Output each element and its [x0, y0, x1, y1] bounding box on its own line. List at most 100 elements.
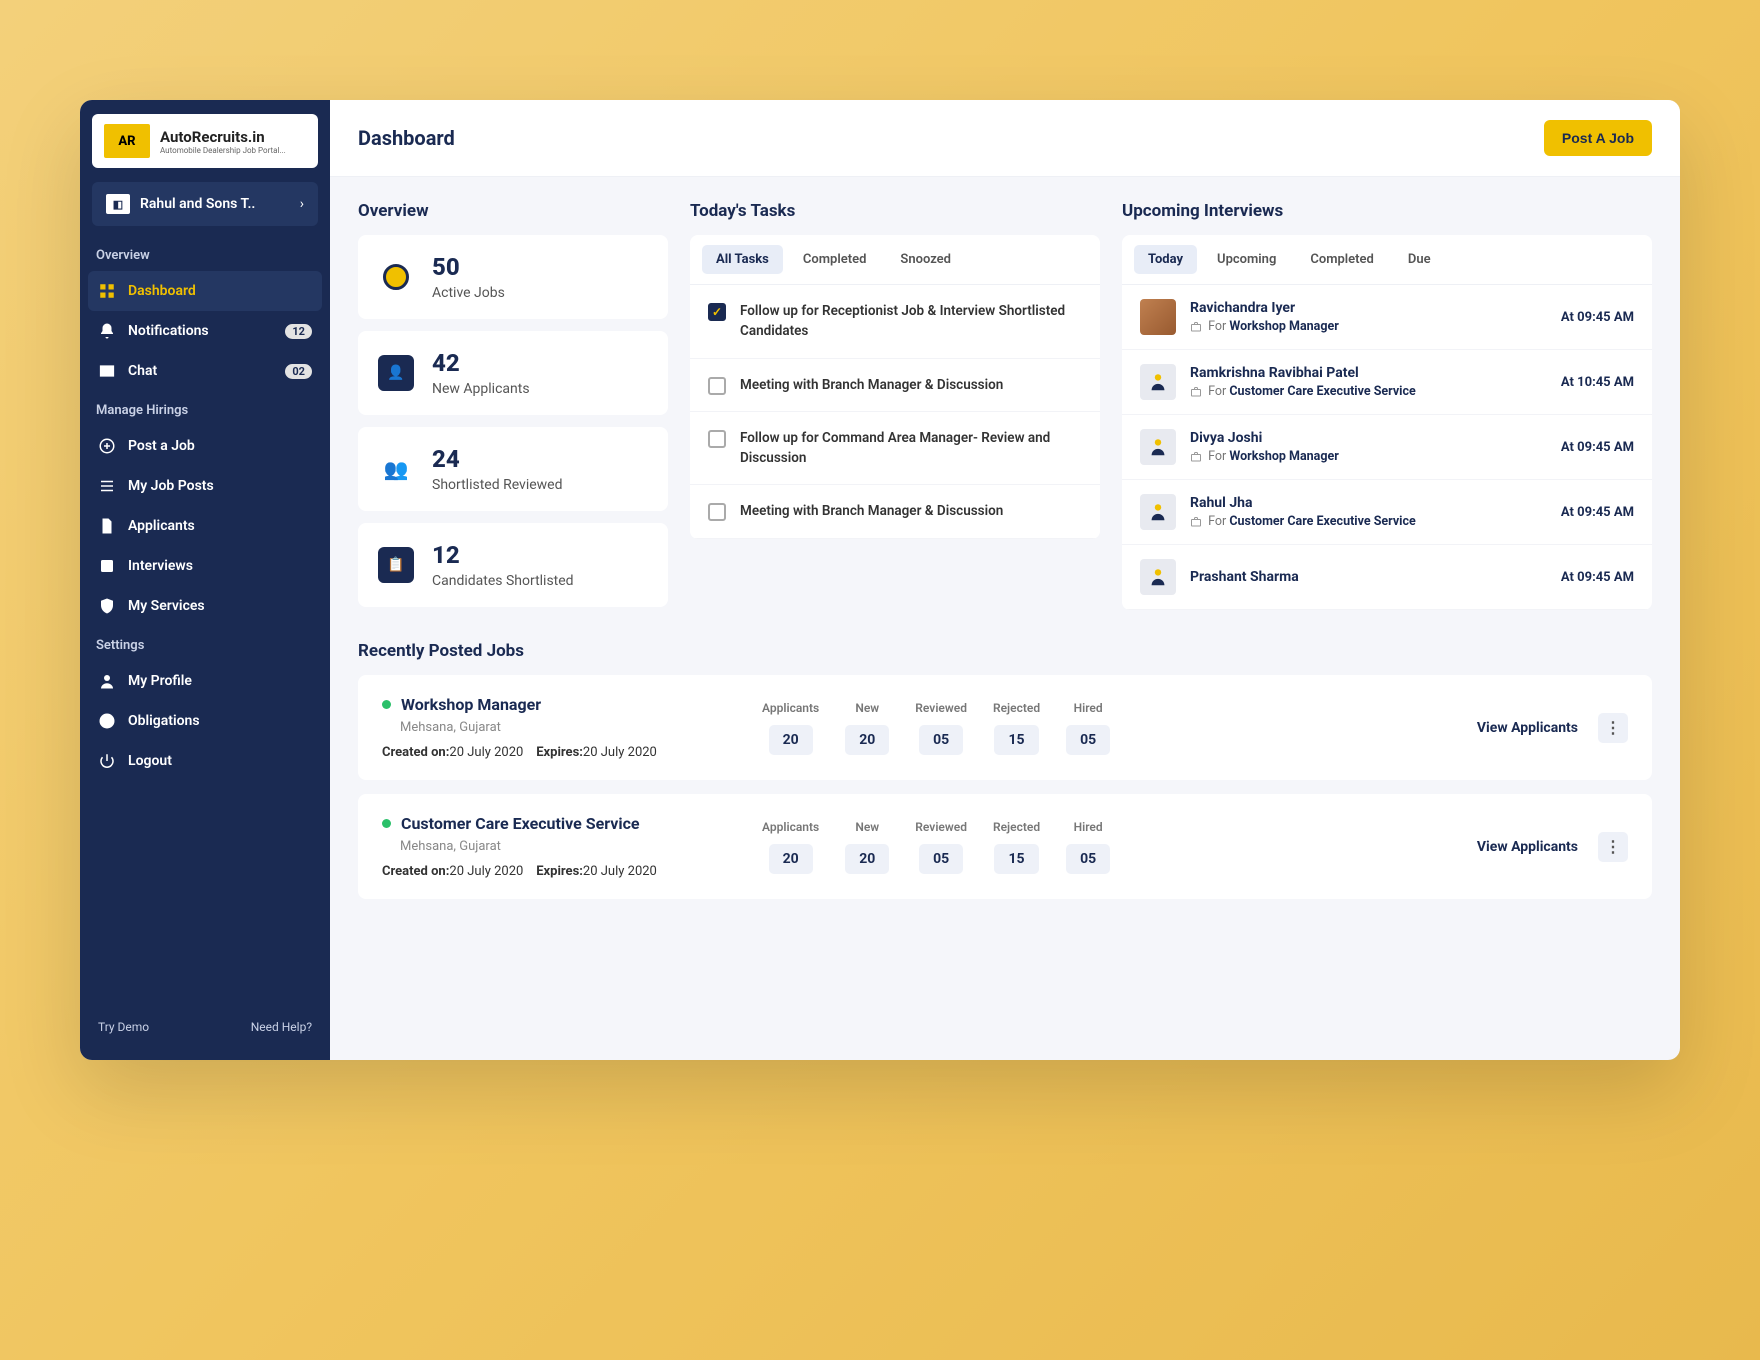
job-stat-label: Applicants	[762, 701, 819, 715]
task-item: ✓ Follow up for Receptionist Job & Inter…	[690, 285, 1100, 359]
sidebar-item-dashboard[interactable]: Dashboard	[88, 271, 322, 311]
job-stat: Hired 05	[1066, 701, 1110, 755]
job-stat-value: 05	[1066, 725, 1110, 755]
job-stat-label: Reviewed	[915, 701, 967, 715]
interview-item[interactable]: Divya Joshi For Workshop Manager At 09:4…	[1122, 415, 1652, 480]
interview-item[interactable]: Rahul Jha For Customer Care Executive Se…	[1122, 480, 1652, 545]
sidebar-item-logout[interactable]: Logout	[80, 741, 330, 781]
task-item: Meeting with Branch Manager & Discussion	[690, 359, 1100, 412]
logo: AR AutoRecruits.in Automobile Dealership…	[92, 114, 318, 168]
stat-label: New Applicants	[432, 381, 530, 397]
logo-badge-icon: AR	[104, 124, 150, 158]
briefcase-icon	[1190, 386, 1202, 398]
interviews-tab-today[interactable]: Today	[1134, 245, 1197, 274]
task-text: Follow up for Command Area Manager- Revi…	[740, 428, 1082, 469]
interview-item[interactable]: Ramkrishna Ravibhai Patel For Customer C…	[1122, 350, 1652, 415]
job-menu-button[interactable]: ⋮	[1598, 713, 1628, 743]
stat-card[interactable]: 👥 24 Shortlisted Reviewed	[358, 427, 668, 511]
task-checkbox[interactable]	[708, 377, 726, 395]
stat-value: 12	[432, 541, 574, 569]
sidebar-item-obligations[interactable]: Obligations	[80, 701, 330, 741]
task-text: Meeting with Branch Manager & Discussion	[740, 501, 1003, 521]
overview-title: Overview	[358, 201, 668, 221]
stat-label: Shortlisted Reviewed	[432, 477, 563, 493]
interview-for: For Workshop Manager	[1190, 449, 1547, 464]
org-selector[interactable]: ◧ Rahul and Sons T.. ›	[92, 182, 318, 226]
sidebar-item-chat[interactable]: Chat 02	[80, 351, 330, 391]
view-applicants-link[interactable]: View Applicants	[1477, 839, 1578, 855]
interview-name: Divya Joshi	[1190, 430, 1547, 446]
job-stat: Reviewed 05	[915, 701, 967, 755]
stat-card[interactable]: 📋 12 Candidates Shortlisted	[358, 523, 668, 607]
job-stat: New 20	[845, 820, 889, 874]
list-icon	[98, 477, 116, 495]
sidebar-item-notifications[interactable]: Notifications 12	[80, 311, 330, 351]
sidebar-item-my-services[interactable]: My Services	[80, 586, 330, 626]
job-stat-value: 20	[845, 725, 889, 755]
interview-time: At 09:45 AM	[1561, 440, 1634, 455]
header: Dashboard Post A Job	[330, 100, 1680, 177]
info-icon	[98, 712, 116, 730]
interview-for: For Customer Care Executive Service	[1190, 514, 1547, 529]
org-icon: ◧	[106, 194, 130, 214]
interview-item[interactable]: Ravichandra Iyer For Workshop Manager At…	[1122, 285, 1652, 350]
plus-circle-icon	[98, 437, 116, 455]
interview-name: Ravichandra Iyer	[1190, 300, 1547, 316]
job-stat-value: 20	[769, 725, 813, 755]
sidebar-footer: Try Demo Need Help?	[80, 1008, 330, 1046]
interview-item[interactable]: Prashant Sharma At 09:45 AM	[1122, 545, 1652, 610]
main: Dashboard Post A Job Overview 50 Active …	[330, 100, 1680, 1060]
job-menu-button[interactable]: ⋮	[1598, 832, 1628, 862]
job-dates: Created on:20 July 2020 Expires:20 July …	[382, 745, 762, 760]
avatar	[1140, 559, 1176, 595]
sidebar-item-my-job-posts[interactable]: My Job Posts	[80, 466, 330, 506]
tasks-tab-snoozed[interactable]: Snoozed	[886, 245, 965, 274]
sidebar-item-badge: 12	[285, 324, 312, 339]
power-icon	[98, 752, 116, 770]
sidebar-item-applicants[interactable]: Applicants	[80, 506, 330, 546]
stat-value: 24	[432, 445, 563, 473]
try-demo-link[interactable]: Try Demo	[98, 1020, 149, 1034]
sidebar-item-my-profile[interactable]: My Profile	[80, 661, 330, 701]
need-help-link[interactable]: Need Help?	[251, 1020, 312, 1034]
sidebar-item-label: Dashboard	[128, 283, 196, 299]
interviews-tab-completed[interactable]: Completed	[1296, 245, 1388, 274]
sidebar-item-interviews[interactable]: Interviews	[80, 546, 330, 586]
stat-card[interactable]: 👤 42 New Applicants	[358, 331, 668, 415]
avatar	[1140, 364, 1176, 400]
task-checkbox[interactable]: ✓	[708, 303, 726, 321]
sidebar-item-post-a-job[interactable]: Post a Job	[80, 426, 330, 466]
job-stat-label: Rejected	[993, 820, 1040, 834]
interviews-tab-due[interactable]: Due	[1394, 245, 1445, 274]
tasks-tab-all-tasks[interactable]: All Tasks	[702, 245, 783, 274]
stat-label: Candidates Shortlisted	[432, 573, 574, 589]
sidebar-item-label: Applicants	[128, 518, 195, 534]
post-job-button[interactable]: Post A Job	[1544, 120, 1652, 156]
job-stat-label: Rejected	[993, 701, 1040, 715]
job-stat-label: New	[845, 701, 889, 715]
interview-for: For Customer Care Executive Service	[1190, 384, 1547, 399]
logo-brand: AutoRecruits.in	[160, 128, 286, 146]
logo-tagline: Automobile Dealership Job Portal...	[160, 146, 286, 155]
job-dates: Created on:20 July 2020 Expires:20 July …	[382, 864, 762, 879]
task-checkbox[interactable]	[708, 503, 726, 521]
recent-jobs-title: Recently Posted Jobs	[358, 641, 1652, 661]
user-icon	[98, 672, 116, 690]
tasks-tab-completed[interactable]: Completed	[789, 245, 881, 274]
avatar	[1140, 494, 1176, 530]
job-stat-label: New	[845, 820, 889, 834]
view-applicants-link[interactable]: View Applicants	[1477, 720, 1578, 736]
sidebar-item-label: Interviews	[128, 558, 193, 574]
check-square-icon	[98, 557, 116, 575]
job-stat: Rejected 15	[993, 701, 1040, 755]
interview-time: At 09:45 AM	[1561, 570, 1634, 585]
job-stat: Reviewed 05	[915, 820, 967, 874]
job-stat: Hired 05	[1066, 820, 1110, 874]
job-stat-label: Reviewed	[915, 820, 967, 834]
interviews-tab-upcoming[interactable]: Upcoming	[1203, 245, 1290, 274]
sidebar-section-label: Manage Hirings	[80, 391, 330, 426]
page-title: Dashboard	[358, 126, 455, 150]
stat-card[interactable]: 50 Active Jobs	[358, 235, 668, 319]
sidebar-item-badge: 02	[285, 364, 312, 379]
task-checkbox[interactable]	[708, 430, 726, 448]
